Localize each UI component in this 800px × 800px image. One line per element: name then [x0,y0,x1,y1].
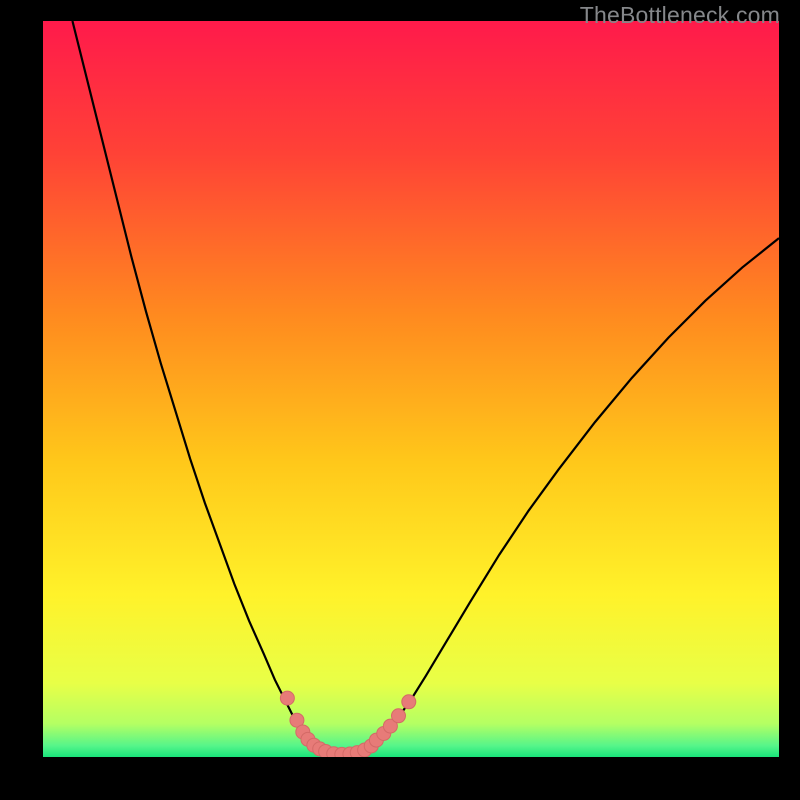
data-marker [402,695,416,709]
bottleneck-curve [43,21,779,757]
data-markers [280,691,415,757]
plot-area [43,21,779,757]
data-marker [280,691,294,705]
data-marker [391,709,405,723]
chart-frame: TheBottleneck.com [0,0,800,800]
watermark-text: TheBottleneck.com [580,2,780,29]
